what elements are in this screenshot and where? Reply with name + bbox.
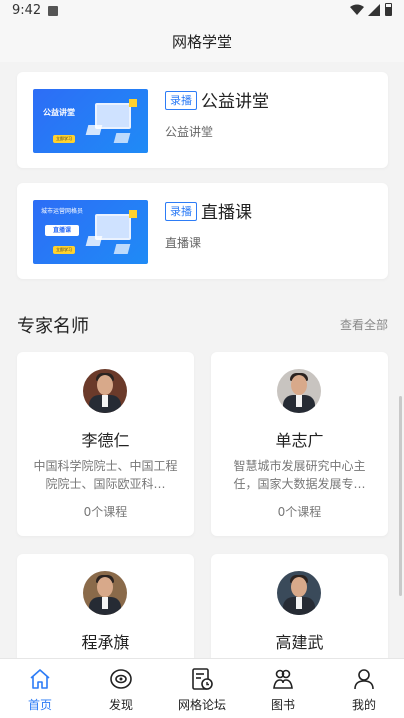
- tab-label: 发现: [108, 698, 133, 712]
- course-tag: 录播: [165, 91, 197, 110]
- course-card-public-lecture[interactable]: 公益讲堂 立即学习 录播 公益讲堂 公益讲堂: [17, 72, 388, 168]
- tab-label: 网格论坛: [177, 698, 226, 712]
- thumbnail-title: 公益讲堂: [43, 108, 75, 117]
- tab-home[interactable]: 首页: [0, 659, 80, 718]
- course-subtitle: 直播课: [165, 236, 202, 250]
- tab-discover[interactable]: 发现: [81, 659, 161, 718]
- doc-illustration: [113, 133, 131, 143]
- forum-icon: [192, 668, 213, 690]
- tab-label: 首页: [27, 698, 52, 712]
- thumbnail-button: 立即学习: [53, 246, 75, 254]
- thumbnail-pill: 直播课: [45, 225, 79, 236]
- cube-illustration: [129, 99, 137, 107]
- signal-icon: [368, 4, 380, 16]
- avatar: [277, 369, 321, 413]
- section-title: 专家名师: [17, 316, 89, 337]
- book-icon: [273, 669, 293, 689]
- expert-card[interactable]: 程承旗: [17, 554, 194, 658]
- expert-description: 中国科学院院士、中国工程院院士、国际欧亚科…: [33, 459, 178, 491]
- thumbnail-title: 城市运营网格员: [41, 208, 84, 215]
- doc-illustration: [85, 125, 103, 135]
- avatar: [83, 571, 127, 615]
- status-bar: 9:42: [0, 0, 404, 24]
- experts-section-header: 专家名师 查看全部: [17, 310, 388, 340]
- notification-icon: [48, 6, 58, 16]
- doc-illustration: [113, 244, 131, 254]
- view-all-link[interactable]: 查看全部: [340, 316, 388, 333]
- status-time: 9:42: [12, 3, 42, 18]
- thumbnail-button: 立即学习: [53, 135, 75, 143]
- course-count: 0个课程: [277, 505, 322, 519]
- avatar: [277, 571, 321, 615]
- avatar: [83, 369, 127, 413]
- course-thumbnail: 公益讲堂 立即学习: [33, 89, 148, 153]
- tab-books[interactable]: 图书: [243, 659, 323, 718]
- user-icon: [354, 669, 374, 690]
- tab-label: 我的: [351, 698, 376, 712]
- tab-label: 图书: [270, 698, 295, 712]
- expert-name: 高建武: [275, 633, 324, 652]
- course-card-live[interactable]: 城市运营网格员 直播课 立即学习 录播 直播课 直播课: [17, 183, 388, 279]
- main-content[interactable]: 公益讲堂 立即学习 录播 公益讲堂 公益讲堂 城市运营网格员 直播课 立即学习 …: [0, 62, 404, 658]
- expert-card[interactable]: 高建武: [211, 554, 388, 658]
- tab-profile[interactable]: 我的: [324, 659, 404, 718]
- course-tag: 录播: [165, 202, 197, 221]
- eye-icon: [110, 669, 132, 689]
- course-title: 直播课: [201, 203, 252, 223]
- course-thumbnail: 城市运营网格员 直播课 立即学习: [33, 200, 148, 264]
- expert-card[interactable]: 单志广 智慧城市发展研究中心主任，国家大数据发展专… 0个课程: [211, 352, 388, 536]
- expert-description: 智慧城市发展研究中心主任，国家大数据发展专…: [233, 459, 366, 491]
- doc-illustration: [85, 236, 103, 246]
- battery-icon: [385, 3, 392, 16]
- bottom-tab-bar: 首页 发现 网格论坛 图书 我的: [0, 658, 404, 718]
- course-subtitle: 公益讲堂: [165, 125, 214, 139]
- cube-illustration: [129, 210, 137, 218]
- expert-name: 李德仁: [81, 431, 130, 450]
- course-count: 0个课程: [83, 505, 128, 519]
- wifi-icon: [350, 4, 364, 15]
- scrollbar[interactable]: [399, 396, 402, 596]
- course-title: 公益讲堂: [201, 92, 269, 112]
- expert-card[interactable]: 李德仁 中国科学院院士、中国工程院院士、国际欧亚科… 0个课程: [17, 352, 194, 536]
- tab-forum[interactable]: 网格论坛: [162, 659, 242, 718]
- home-icon: [30, 669, 50, 689]
- expert-name: 程承旗: [81, 633, 130, 652]
- page-title: 网格学堂: [0, 24, 404, 62]
- expert-name: 单志广: [275, 431, 324, 450]
